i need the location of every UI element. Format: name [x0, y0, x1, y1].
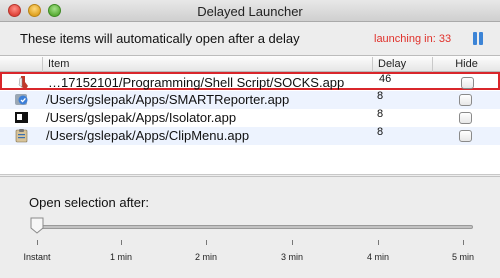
item-delay[interactable]: 8 — [377, 90, 383, 102]
smartreporter-icon — [15, 94, 28, 105]
hide-checkbox[interactable] — [459, 112, 472, 124]
slider-label-5-min: 5 min — [451, 252, 475, 262]
slider-tick — [378, 240, 379, 245]
column-header-delay[interactable]: Delay — [372, 57, 432, 72]
open-selection-label: Open selection after: — [29, 195, 149, 210]
isolator-icon — [15, 112, 28, 123]
delayed-launcher-window: Delayed Launcher These items will automa… — [0, 0, 500, 278]
item-path: …17152101/Programming/Shell Script/SOCKS… — [48, 75, 345, 90]
column-header-hide[interactable]: Hide — [432, 57, 500, 72]
slider-label-1-min: 1 min — [109, 252, 133, 262]
item-delay[interactable]: 8 — [377, 126, 383, 138]
item-path: /Users/gslepak/Apps/SMARTReporter.app — [46, 92, 290, 107]
slider-tick — [121, 240, 122, 245]
table-header: Item Delay Hide — [0, 56, 500, 72]
delay-slider-thumb[interactable] — [30, 217, 44, 234]
slider-label-3-min: 3 min — [280, 252, 304, 262]
launch-countdown: launching in: 33 — [374, 33, 452, 45]
slider-label-instant: Instant — [23, 252, 51, 262]
hide-checkbox[interactable] — [459, 94, 472, 106]
item-delay[interactable]: 8 — [377, 108, 383, 120]
socks-script-icon — [18, 76, 28, 89]
column-header-item[interactable]: Item — [42, 57, 372, 72]
table-row[interactable]: /Users/gslepak/Apps/SMARTReporter.app 8 — [0, 90, 500, 109]
table-row[interactable]: …17152101/Programming/Shell Script/SOCKS… — [0, 72, 500, 90]
slider-label-2-min: 2 min — [194, 252, 218, 262]
delay-slider-track[interactable] — [33, 225, 473, 229]
slider-tick — [37, 240, 38, 245]
section-divider — [0, 176, 500, 177]
pause-icon[interactable] — [472, 32, 484, 45]
header-description: These items will automatically open afte… — [20, 31, 300, 46]
item-delay[interactable]: 46 — [379, 73, 391, 85]
slider-tick — [463, 240, 464, 245]
hide-checkbox[interactable] — [459, 130, 472, 142]
item-path: /Users/gslepak/Apps/ClipMenu.app — [46, 128, 250, 143]
column-header-icon[interactable] — [0, 57, 42, 72]
slider-label-4-min: 4 min — [366, 252, 390, 262]
item-path: /Users/gslepak/Apps/Isolator.app — [46, 110, 237, 125]
table-row[interactable]: /Users/gslepak/Apps/Isolator.app 8 — [0, 108, 500, 127]
table-row[interactable]: /Users/gslepak/Apps/ClipMenu.app 8 — [0, 126, 500, 145]
clipmenu-icon — [15, 129, 28, 143]
hide-checkbox[interactable] — [461, 77, 474, 89]
window-title: Delayed Launcher — [197, 4, 303, 19]
items-table: Item Delay Hide …17152101/Programming/Sh… — [0, 55, 500, 175]
slider-tick — [206, 240, 207, 245]
title-bar: Delayed Launcher — [0, 0, 500, 22]
slider-tick — [292, 240, 293, 245]
